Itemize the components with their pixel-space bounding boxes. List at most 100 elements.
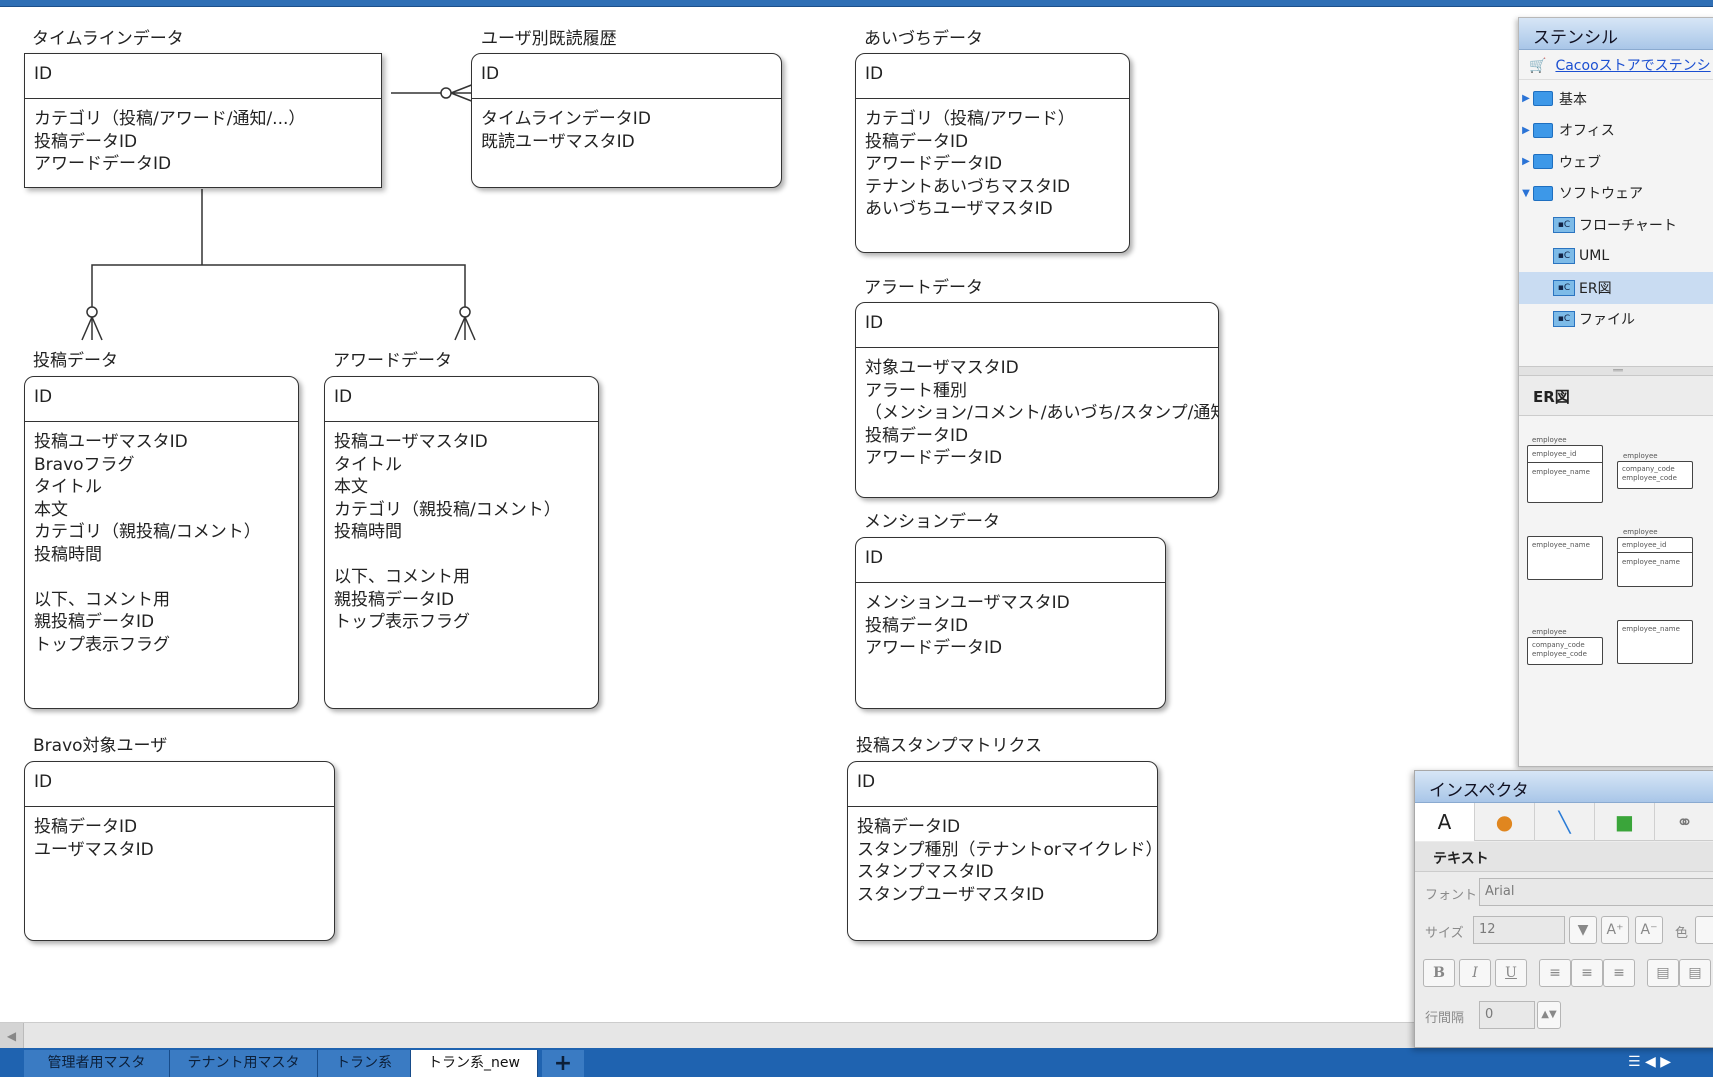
bold-button[interactable]: B	[1423, 959, 1455, 987]
text-color-picker[interactable]	[1695, 916, 1713, 944]
add-sheet-button[interactable]: +	[542, 1050, 584, 1077]
text-tool-tab[interactable]: A	[1415, 803, 1475, 841]
size-label: サイズ	[1425, 926, 1464, 941]
entity-id-field: ID	[848, 762, 1157, 807]
entity-aizuchi[interactable]: ID カテゴリ（投稿/アワード） 投稿データID アワードデータID テナントあ…	[855, 53, 1130, 253]
entity-award[interactable]: ID 投稿ユーザマスタID タイトル 本文 カテゴリ（親投稿/コメント） 投稿時…	[324, 376, 599, 709]
expand-arrow-icon[interactable]: ▶	[1519, 125, 1533, 136]
entity-field: あいづちユーザマスタID	[865, 199, 1053, 219]
tree-item-label: 基本	[1559, 91, 1587, 108]
underline-button[interactable]: U	[1495, 959, 1527, 987]
er-entity-stencil[interactable]: company_code employee_code	[1527, 637, 1603, 665]
folder-icon	[1533, 154, 1553, 170]
entity-field: スタンプユーザマスタID	[857, 884, 1045, 905]
er-entity-stencil[interactable]: company_code employee_code	[1617, 461, 1693, 489]
tree-item-basic[interactable]: ▶ 基本	[1519, 83, 1713, 115]
stencil-store-link[interactable]: Cacooストアでステンシ	[1555, 58, 1710, 74]
er-entity-stencil[interactable]: employee_name	[1527, 536, 1603, 580]
tree-item-label: ウェブ	[1559, 154, 1601, 171]
shape-icon[interactable]: ■	[1595, 803, 1655, 841]
entity-stamp-matrix[interactable]: ID 投稿データID スタンプ種別（テナントorマイクレド） スタンプマスタID…	[847, 761, 1158, 941]
tree-item-uml[interactable]: ▪C UML	[1519, 241, 1713, 273]
font-decrease-icon[interactable]: A⁻	[1635, 916, 1663, 944]
entity-title: メンションデータ	[864, 512, 1000, 532]
folder-icon	[1533, 91, 1553, 107]
tree-item-flowchart[interactable]: ▪C フローチャート	[1519, 209, 1713, 241]
entity-field: 対象ユーザマスタID	[865, 358, 1019, 378]
italic-button[interactable]: I	[1459, 959, 1491, 987]
size-input[interactable]: 12	[1473, 916, 1565, 944]
scroll-left-icon[interactable]: ◀	[0, 1023, 24, 1049]
entity-field: カテゴリ（投稿/アワード/通知/...）	[34, 109, 306, 129]
entity-bravo-user[interactable]: ID 投稿データID ユーザマスタID	[24, 761, 335, 941]
align-left-icon[interactable]: ≡	[1539, 959, 1571, 987]
size-dropdown-icon[interactable]: ▼	[1569, 916, 1597, 944]
entity-mention[interactable]: ID メンションユーザマスタID 投稿データID アワードデータID	[855, 537, 1166, 709]
entity-title: ユーザ別既読履歴	[481, 29, 617, 49]
font-increase-icon[interactable]: A⁺	[1601, 916, 1629, 944]
er-entity-stencil[interactable]: employee_name	[1617, 620, 1693, 664]
font-select[interactable]: Arial	[1479, 878, 1713, 906]
tree-item-web[interactable]: ▶ ウェブ	[1519, 146, 1713, 178]
link-icon[interactable]: ⚭	[1655, 803, 1713, 841]
entity-field: 以下、コメント用	[334, 567, 470, 587]
entity-title: 投稿データ	[33, 351, 118, 371]
sheet-tab-bar: 管理者用マスタ テナント用マスタ トラン系 トラン系_new + ☰ ◀ ▶	[0, 1048, 1713, 1077]
panel-splitter[interactable]: ══	[1519, 366, 1713, 376]
thumb-field: employee_name	[1532, 468, 1590, 476]
entity-alert[interactable]: ID 対象ユーザマスタID アラート種別 （メンション/コメント/あいづち/スタ…	[855, 302, 1219, 498]
fill-icon[interactable]: ●	[1475, 803, 1535, 841]
tree-item-file[interactable]: ▪C ファイル	[1519, 304, 1713, 336]
tree-item-er[interactable]: ▪C ER図	[1519, 272, 1713, 304]
tab-tenant-master[interactable]: テナント用マスタ	[170, 1050, 318, 1077]
entity-field: カテゴリ（投稿/アワード）	[865, 109, 1075, 129]
tab-transaction-new[interactable]: トラン系_new	[411, 1050, 538, 1077]
tab-admin-master[interactable]: 管理者用マスタ	[24, 1050, 170, 1077]
line-spacing-input[interactable]: 0	[1479, 1001, 1535, 1029]
valign-middle-icon[interactable]: ▤	[1679, 959, 1711, 987]
tree-item-label: ファイル	[1579, 312, 1635, 329]
tree-item-office[interactable]: ▶ オフィス	[1519, 115, 1713, 147]
inspector-panel: インスペクタ A ● ╲ ■ ⚭ テキスト フォント Arial サイズ 12 …	[1414, 770, 1713, 1048]
entity-read-history[interactable]: ID タイムラインデータID 既読ユーザマスタID	[471, 53, 782, 188]
inspector-tool-tabs: A ● ╲ ■ ⚭	[1415, 803, 1713, 841]
horizontal-scrollbar[interactable]: ◀	[0, 1022, 1420, 1049]
entity-field: Bravoフラグ	[34, 454, 135, 475]
entity-field: テナントあいづちマスタID	[865, 176, 1071, 197]
er-entity-stencil[interactable]: employee_id employee_name	[1617, 537, 1693, 587]
entity-field: カテゴリ（親投稿/コメント）	[34, 522, 261, 542]
color-label: 色	[1675, 926, 1689, 941]
entity-field: アワードデータID	[34, 154, 172, 174]
collapse-arrow-icon[interactable]: ▼	[1519, 188, 1533, 199]
open-folder-icon	[1533, 185, 1553, 201]
entity-post[interactable]: ID 投稿ユーザマスタID Bravoフラグ タイトル 本文 カテゴリ（親投稿/…	[24, 376, 299, 709]
style-row: B I U ≡ ≡ ≡ ▤ ▤	[1415, 955, 1713, 991]
thumb-field: company_code	[1622, 465, 1675, 473]
line-icon[interactable]: ╲	[1535, 803, 1595, 841]
tab-transaction[interactable]: トラン系	[318, 1050, 411, 1077]
entity-fields: カテゴリ（投稿/アワード/通知/...） 投稿データID アワードデータID	[25, 99, 381, 185]
entity-timeline[interactable]: ID カテゴリ（投稿/アワード/通知/...） 投稿データID アワードデータI…	[24, 53, 382, 188]
entity-field: スタンプ種別（テナントorマイクレド）	[857, 839, 1158, 860]
stencil-panel: ステンシル 🛒 Cacooストアでステンシ ▶ 基本 ▶ オフィス ▶ ウェブ …	[1518, 17, 1713, 767]
entity-field: 親投稿データID	[334, 589, 455, 610]
valign-top-icon[interactable]: ▤	[1647, 959, 1679, 987]
align-right-icon[interactable]: ≡	[1603, 959, 1635, 987]
expand-arrow-icon[interactable]: ▶	[1519, 93, 1533, 104]
relation-line	[91, 264, 466, 307]
entity-field: 以下、コメント用	[34, 589, 170, 610]
entity-field	[34, 566, 289, 589]
expand-arrow-icon[interactable]: ▶	[1519, 156, 1533, 167]
align-center-icon[interactable]: ≡	[1571, 959, 1603, 987]
entity-field: 投稿時間	[34, 544, 102, 565]
entity-field: タイトル	[334, 454, 402, 475]
sheet-list-icon[interactable]: ☰ ◀ ▶	[1628, 1054, 1671, 1070]
tree-item-software[interactable]: ▼ ソフトウェア	[1519, 178, 1713, 210]
entity-field: 既読ユーザマスタID	[481, 131, 635, 152]
stepper-icon[interactable]: ▲▼	[1537, 1001, 1561, 1029]
entity-field: アラート種別	[865, 380, 967, 401]
er-entity-stencil[interactable]: employee_id employee_name	[1527, 445, 1603, 503]
stencil-set-icon: ▪C	[1553, 279, 1575, 296]
entity-id-field: ID	[25, 762, 334, 807]
entity-fields: メンションユーザマスタID 投稿データID アワードデータID	[856, 583, 1165, 669]
